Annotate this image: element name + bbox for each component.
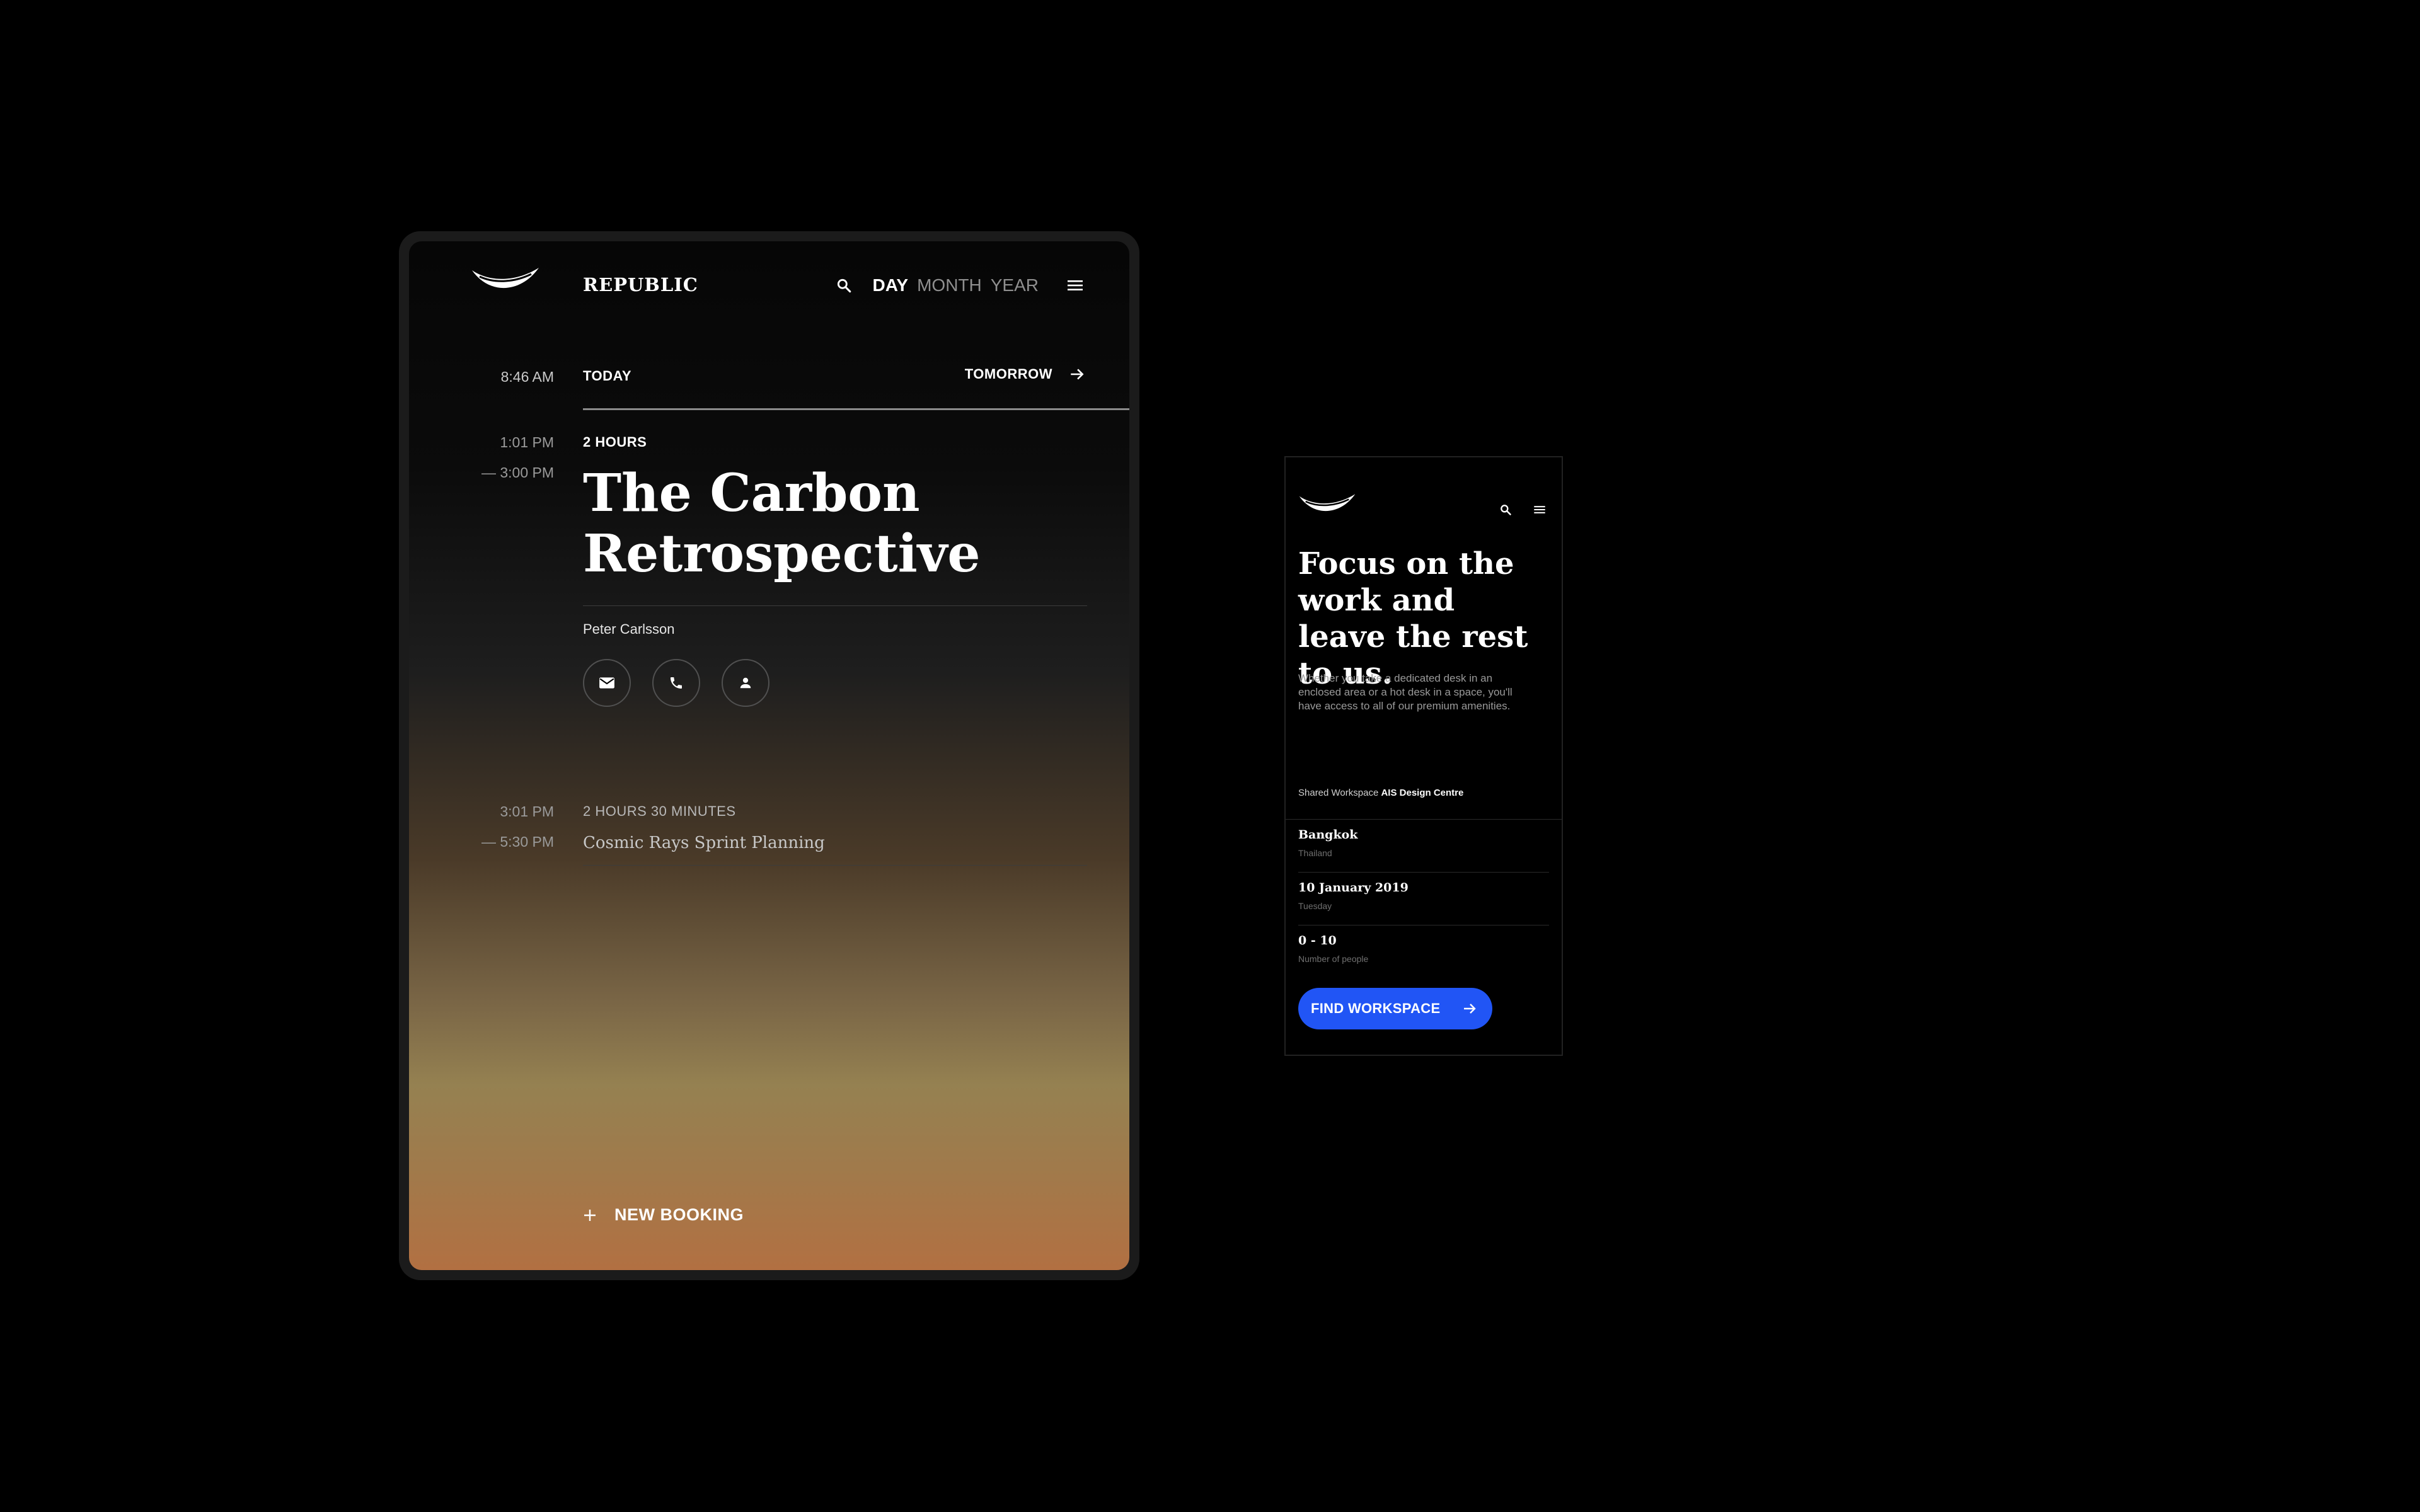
event-end-time: — 5:30 PM xyxy=(481,833,554,850)
date-sub: Tuesday xyxy=(1298,901,1332,911)
people-field[interactable]: 0 - 10 xyxy=(1298,934,1337,948)
current-time: 8:46 AM xyxy=(500,369,554,385)
day-bar: TODAY TOMORROW xyxy=(583,366,1129,410)
logo-icon xyxy=(472,268,539,289)
phone-device: Focus on the work and leave the rest to … xyxy=(1284,456,1563,1056)
event-start-time: 1:01 PM xyxy=(500,434,554,450)
tablet-device: REPUBLIC DAY MONTH YEAR 8:46 AM TODAY TO… xyxy=(399,231,1139,1280)
mail-icon xyxy=(599,677,614,689)
date-field[interactable]: 10 January 2019 xyxy=(1298,881,1409,895)
event-end-time: — 3:00 PM xyxy=(481,464,554,481)
plus-icon xyxy=(584,1209,596,1221)
tablet-screen: REPUBLIC DAY MONTH YEAR 8:46 AM TODAY TO… xyxy=(409,241,1129,1270)
event-person: Peter Carlsson xyxy=(583,621,675,637)
menu-icon[interactable] xyxy=(1531,501,1548,518)
location-sub: Thailand xyxy=(1298,848,1332,858)
today-label: TODAY xyxy=(583,368,632,384)
divider xyxy=(583,605,1087,606)
divider xyxy=(1298,872,1549,873)
event-title[interactable]: The Carbon Retrospective xyxy=(583,463,1062,584)
find-workspace-label: FIND WORKSPACE xyxy=(1311,1000,1441,1016)
top-nav: DAY MONTH YEAR xyxy=(833,274,1086,297)
page-title: Focus on the work and leave the rest to … xyxy=(1298,546,1528,691)
event-start-time: 3:01 PM xyxy=(500,803,554,820)
logo-icon xyxy=(1299,494,1356,512)
contact-actions xyxy=(583,659,769,707)
intro-text: Whether you take a dedicated desk in an … xyxy=(1298,672,1512,712)
menu-icon[interactable] xyxy=(1064,274,1086,297)
mail-button[interactable] xyxy=(583,659,631,707)
find-workspace-button[interactable]: FIND WORKSPACE xyxy=(1298,988,1492,1029)
brand-name: REPUBLIC xyxy=(583,274,698,295)
event-duration: 2 HOURS 30 MINUTES xyxy=(583,803,736,819)
arrow-right-icon xyxy=(1071,369,1084,380)
tab-day[interactable]: DAY xyxy=(873,275,909,295)
workspace-label: Shared Workspace xyxy=(1298,788,1379,798)
phone-button[interactable] xyxy=(652,659,700,707)
person-icon xyxy=(740,677,751,689)
tab-month[interactable]: MONTH xyxy=(917,275,982,295)
divider xyxy=(583,865,1087,866)
search-icon[interactable] xyxy=(1497,501,1514,518)
people-sub: Number of people xyxy=(1298,954,1369,964)
event-title[interactable]: Cosmic Rays Sprint Planning xyxy=(583,833,825,852)
profile-button[interactable] xyxy=(722,659,769,707)
tomorrow-link[interactable]: TOMORROW xyxy=(965,366,1085,382)
location-field[interactable]: Bangkok xyxy=(1298,828,1357,842)
divider xyxy=(1286,819,1562,820)
tab-year[interactable]: YEAR xyxy=(991,275,1039,295)
arrow-right-icon xyxy=(1464,1004,1476,1014)
search-icon[interactable] xyxy=(833,274,855,297)
workspace-line: Shared Workspace AIS Design Centre xyxy=(1298,788,1463,798)
event-duration: 2 HOURS xyxy=(583,434,647,450)
tomorrow-label: TOMORROW xyxy=(964,366,1052,382)
new-booking-label: NEW BOOKING xyxy=(614,1205,744,1224)
new-booking-button[interactable]: NEW BOOKING xyxy=(583,1205,744,1225)
phone-icon xyxy=(671,677,682,689)
workspace-name: AIS Design Centre xyxy=(1381,788,1464,798)
